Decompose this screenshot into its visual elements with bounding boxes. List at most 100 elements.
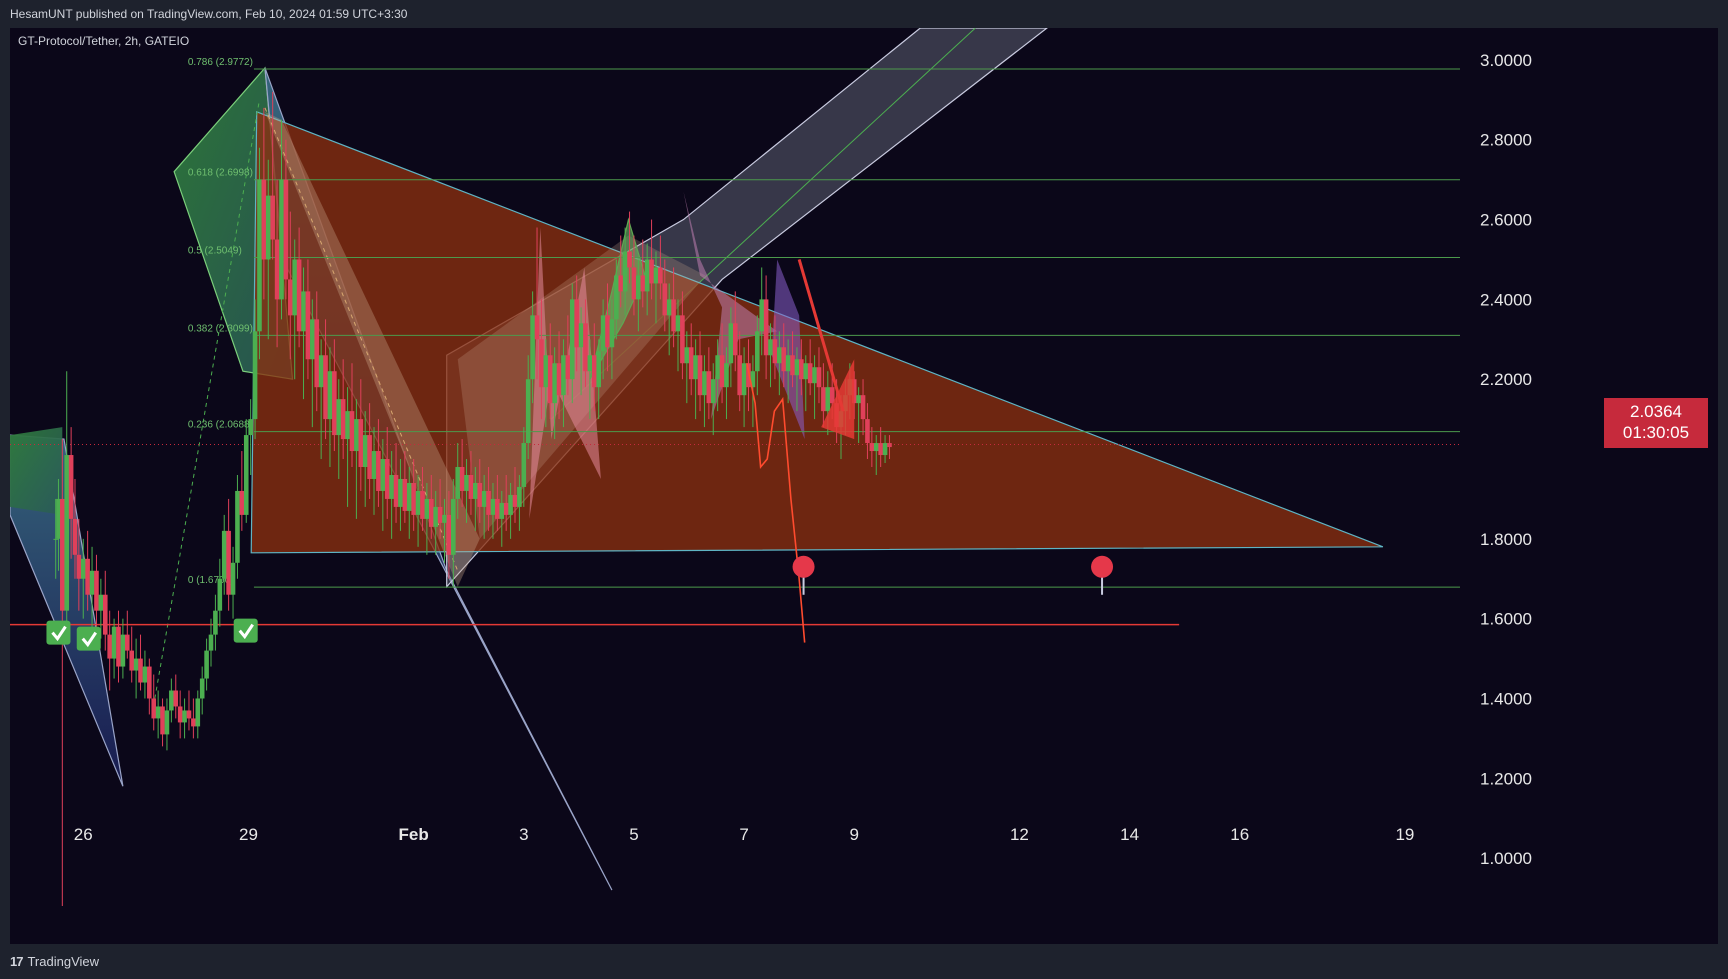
fib-level-label: 0.382 (2.3099) bbox=[188, 323, 253, 334]
candle-body bbox=[539, 339, 544, 388]
candle-body bbox=[640, 275, 646, 292]
brand-name: TradingView bbox=[27, 954, 100, 969]
candle-body bbox=[525, 379, 531, 444]
candle-body bbox=[446, 514, 452, 555]
candle-body bbox=[433, 506, 438, 527]
candle-body bbox=[138, 658, 143, 683]
candle-body bbox=[248, 419, 253, 436]
candle-body bbox=[609, 319, 615, 348]
candle-body bbox=[402, 478, 408, 511]
candle-body bbox=[644, 259, 650, 292]
candle-body bbox=[719, 355, 725, 388]
candle-body bbox=[728, 323, 734, 364]
candle-body bbox=[265, 195, 271, 260]
candle-body bbox=[288, 279, 293, 316]
candle-body bbox=[829, 387, 835, 404]
y-axis-tick-label: 1.6000 bbox=[1480, 610, 1532, 629]
candle-body bbox=[785, 355, 791, 372]
candle-body bbox=[794, 359, 800, 376]
candle-body bbox=[658, 267, 663, 284]
candle-body bbox=[358, 419, 364, 468]
publish-info: HesamUNT published on TradingView.com, F… bbox=[10, 7, 408, 21]
candle-body bbox=[591, 355, 597, 388]
candle-body bbox=[261, 179, 267, 260]
candle-body bbox=[561, 355, 566, 396]
candle-body bbox=[437, 506, 443, 523]
candle-body bbox=[345, 411, 350, 440]
candle-body bbox=[464, 474, 469, 491]
chart-area[interactable]: 0.786 (2.9772) 0.618 (2.6998) 0.5 (2.5049)… bbox=[10, 28, 1718, 944]
candle-body bbox=[305, 291, 311, 360]
candle-body bbox=[530, 315, 535, 380]
candle-body bbox=[724, 363, 729, 388]
x-axis-tick-label: 7 bbox=[739, 825, 748, 844]
candle-body bbox=[455, 467, 461, 499]
candle-body bbox=[270, 195, 275, 240]
candle-body bbox=[243, 435, 249, 515]
candle-body bbox=[688, 347, 694, 380]
check-marker-icon bbox=[46, 620, 71, 645]
candle-body bbox=[151, 698, 157, 719]
candle-body bbox=[636, 275, 641, 300]
fib-level-label: 0.786 (2.9772) bbox=[188, 57, 253, 68]
y-axis-tick-label: 1.4000 bbox=[1480, 689, 1532, 708]
check-marker-icon bbox=[76, 626, 101, 651]
candle-body bbox=[490, 498, 496, 515]
candle-body bbox=[807, 363, 813, 384]
candle-body bbox=[182, 710, 187, 723]
candle-body bbox=[534, 315, 540, 340]
candle-body bbox=[662, 283, 668, 316]
y-axis-tick-label: 2.8000 bbox=[1480, 131, 1532, 150]
x-axis-tick-label: 5 bbox=[629, 825, 638, 844]
candle-body bbox=[318, 355, 324, 388]
candle-body bbox=[72, 518, 78, 555]
candle-body bbox=[371, 451, 377, 479]
candle-body bbox=[274, 239, 280, 300]
candle-body bbox=[393, 474, 399, 507]
candle-body bbox=[768, 339, 773, 356]
candle-body bbox=[98, 594, 104, 611]
candle-body bbox=[631, 267, 637, 300]
candle-body bbox=[68, 455, 74, 519]
candle-body bbox=[252, 331, 258, 420]
candle-body bbox=[60, 498, 65, 611]
candle-body bbox=[710, 379, 716, 404]
candle-body bbox=[653, 267, 659, 284]
price-chart[interactable]: 0.786 (2.9772) 0.618 (2.6998) 0.5 (2.5049)… bbox=[10, 28, 1718, 944]
candle-body bbox=[622, 251, 628, 292]
candle-body bbox=[556, 363, 562, 396]
candle-body bbox=[208, 634, 214, 651]
candle-body bbox=[671, 299, 676, 332]
candle-body bbox=[76, 554, 82, 579]
candle-body bbox=[420, 490, 425, 519]
candle-body bbox=[521, 443, 527, 487]
candle-body bbox=[226, 530, 231, 595]
candle-body bbox=[292, 259, 298, 316]
candle-body bbox=[649, 259, 654, 284]
candle-body bbox=[675, 315, 681, 332]
candle-body bbox=[415, 490, 421, 515]
x-axis-tick-label: 16 bbox=[1230, 825, 1249, 844]
candle-body bbox=[684, 347, 690, 364]
candle-body bbox=[600, 315, 606, 352]
fib-level-label: 0.618 (2.6998) bbox=[188, 168, 253, 179]
candle-body bbox=[380, 459, 386, 491]
candle-body bbox=[376, 451, 381, 491]
candle-body bbox=[239, 490, 245, 515]
candle-body bbox=[195, 698, 201, 727]
candle-body bbox=[94, 570, 99, 611]
candle-body bbox=[120, 634, 126, 667]
candle-body bbox=[340, 399, 346, 440]
tradingview-logo-icon: 17 bbox=[10, 954, 24, 969]
candle-body bbox=[64, 455, 70, 611]
tradingview-brand[interactable]: 17 TradingView bbox=[10, 954, 99, 969]
x-axis-tick-label: 14 bbox=[1120, 825, 1139, 844]
candle-body bbox=[799, 359, 804, 380]
candle-body bbox=[428, 498, 434, 527]
candle-countdown: 01:30:05 bbox=[1622, 423, 1690, 442]
x-axis-tick-label: 19 bbox=[1395, 825, 1414, 844]
x-axis-tick-label: 26 bbox=[74, 825, 93, 844]
candle-body bbox=[605, 315, 610, 348]
x-axis-tick-label: 3 bbox=[519, 825, 528, 844]
candle-body bbox=[213, 610, 218, 635]
